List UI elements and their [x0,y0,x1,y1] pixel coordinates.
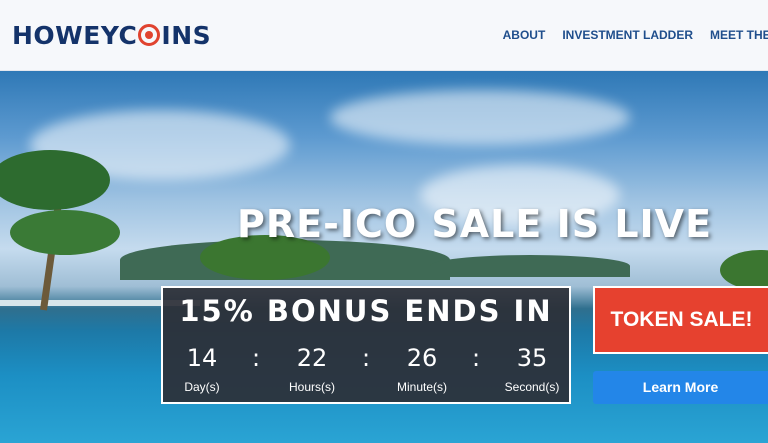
island [430,255,630,277]
countdown-title: 15% BONUS ENDS IN [179,294,553,328]
nav-investment-ladder[interactable]: INVESTMENT LADDER [562,28,693,42]
hero-headline: PRE-ICO SALE IS LIVE [237,202,713,246]
howeycoins-logo[interactable]: HOWEYC INS [12,20,211,50]
cloud [330,90,630,145]
hours-label: Hours(s) [288,380,335,394]
countdown-separator: : [362,344,371,372]
palm-fronds [10,210,120,255]
main-nav: ABOUT INVESTMENT LADDER MEET THE TEA [503,28,768,42]
countdown-separator: : [472,344,481,372]
minutes-label: Minute(s) [396,380,447,394]
days-value: 14 [186,344,218,372]
logo-text-start: HOWEYC [12,20,138,50]
hours-value: 22 [296,344,328,372]
nav-meet-the-team[interactable]: MEET THE TEA [710,28,768,42]
nav-about[interactable]: ABOUT [503,28,546,42]
minutes-value: 26 [406,344,438,372]
hero-banner: PRE-ICO SALE IS LIVE 15% BONUS ENDS IN 1… [0,70,768,443]
bonus-countdown: 15% BONUS ENDS IN 14 Day(s) : 22 Hours(s… [161,286,571,404]
palm-fronds [720,250,768,290]
coin-icon [138,24,161,46]
learn-more-button[interactable]: Learn More [593,371,768,404]
site-header: HOWEYC INS ABOUT INVESTMENT LADDER MEET … [0,0,768,71]
days-label: Day(s) [184,380,220,394]
seconds-value: 35 [516,344,548,372]
token-sale-button[interactable]: TOKEN SALE! [593,286,768,354]
countdown-days: 14 Day(s) [166,344,238,394]
countdown-seconds: 35 Second(s) [496,344,568,394]
countdown-hours: 22 Hours(s) [276,344,348,394]
logo-text-end: INS [161,20,212,50]
palm-fronds [0,150,110,210]
countdown-minutes: 26 Minute(s) [386,344,458,394]
countdown-separator: : [252,344,261,372]
seconds-label: Second(s) [504,380,560,394]
